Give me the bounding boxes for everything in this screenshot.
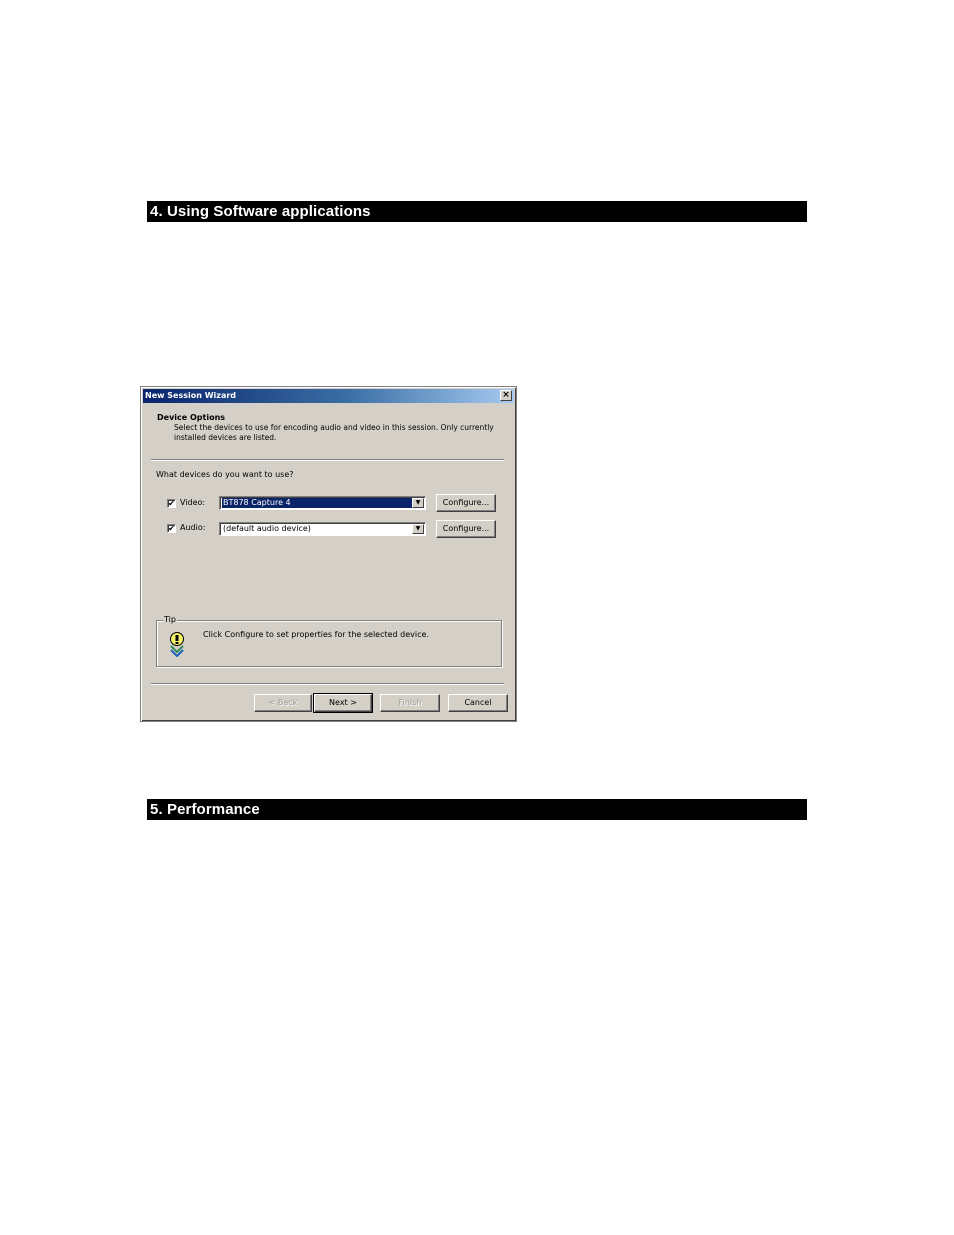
audio-checkbox[interactable]: ✔ [167,524,176,533]
chevron-down-icon[interactable]: ▼ [412,524,424,534]
next-button[interactable]: Next > [313,693,373,713]
lightbulb-tip-icon [170,632,184,657]
cancel-button[interactable]: Cancel [448,694,508,712]
close-icon[interactable]: × [500,390,512,401]
device-question: What devices do you want to use? [156,470,294,479]
finish-button[interactable]: Finish [380,694,440,712]
tip-text: Click Configure to set properties for th… [203,630,429,639]
footer-divider [151,683,504,685]
tip-legend: Tip [163,615,177,624]
tip-group: Tip Click Configure to set properties fo… [156,615,502,667]
dialog-title: New Session Wizard [145,391,237,400]
header-divider [151,459,504,461]
new-session-wizard-dialog: New Session Wizard × Device Options Sele… [140,386,517,722]
section-heading-5: 5. Performance [147,799,807,820]
chevron-down-icon[interactable]: ▼ [412,498,424,508]
section-heading-4: 4. Using Software applications [147,201,807,222]
back-button[interactable]: < Back [254,694,312,712]
audio-configure-button[interactable]: Configure... [436,520,496,538]
dialog-titlebar[interactable]: New Session Wizard × [143,389,514,403]
page-title: Device Options [157,413,226,422]
audio-device-value: (default audio device) [223,524,311,533]
video-label: Video: [180,498,206,507]
video-configure-button[interactable]: Configure... [436,494,496,512]
video-checkbox[interactable]: ✔ [167,499,176,508]
video-device-select[interactable]: BT878 Capture 4 ▼ [219,496,426,510]
audio-label: Audio: [180,523,206,532]
audio-device-select[interactable]: (default audio device) ▼ [219,522,426,536]
wizard-header: Device Options Select the devices to use… [143,403,514,459]
video-device-value: BT878 Capture 4 [222,498,412,508]
page-description: Select the devices to use for encoding a… [174,423,494,442]
